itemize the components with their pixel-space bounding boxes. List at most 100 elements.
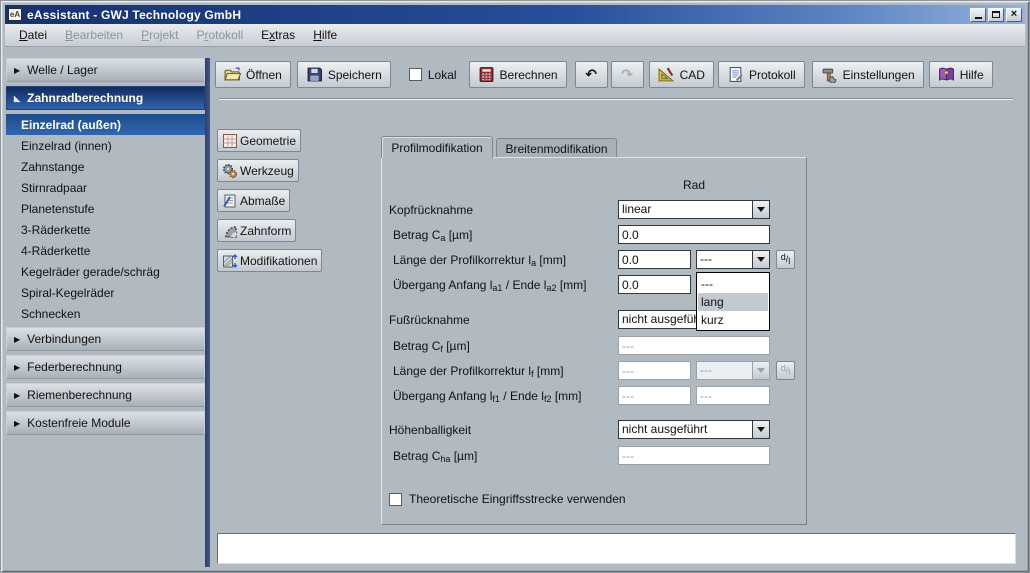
diameter-length-toggle-button[interactable]: d/l [776, 250, 795, 269]
sidebar-item-einzelrad-innen[interactable]: Einzelrad (innen) [6, 135, 205, 156]
local-checkbox-group: Lokal [409, 68, 457, 82]
laenge-a-label: Länge der Profilkorrektur la [mm] [393, 250, 566, 269]
local-checkbox-label: Lokal [428, 68, 457, 82]
menu-bar: Datei Bearbeiten Projekt Protokoll Extra… [5, 24, 1025, 47]
sidebar-item-einzelrad-aussen[interactable]: Einzelrad (außen) [6, 114, 205, 135]
report-icon [727, 66, 744, 83]
minimize-button[interactable] [970, 8, 986, 22]
menu-bearbeiten: Bearbeiten [56, 26, 132, 44]
output-panel [217, 533, 1016, 564]
window-title: eAssistant - GWJ Technology GmbH [27, 8, 241, 22]
laenge-a-input[interactable] [618, 250, 691, 269]
cad-button[interactable]: CAD [649, 61, 714, 88]
dropdown-arrow-icon [752, 362, 769, 379]
calculator-icon [478, 66, 495, 83]
expanded-arrow-icon: ◣ [14, 94, 20, 103]
sidebar-section-verbindungen[interactable]: ▶ Verbindungen [6, 327, 205, 351]
dropdown-option-lang[interactable]: lang [698, 293, 768, 311]
length-mode-select[interactable]: --- [696, 250, 770, 269]
section-label: Kostenfreie Module [27, 416, 130, 430]
maximize-icon [992, 11, 1000, 18]
collapsed-arrow-icon: ▶ [14, 419, 20, 428]
sidebar-item-schnecken[interactable]: Schnecken [6, 303, 205, 324]
length-mode-dropdown-popup: --- lang kurz [696, 272, 770, 331]
module-buttons: Geometrie Werkzeug Abmaße Zahnform Modif… [217, 129, 360, 279]
calculate-button[interactable]: Berechnen [469, 61, 567, 88]
menu-extras[interactable]: Extras [252, 26, 304, 44]
theoretical-line-checkbox[interactable] [389, 493, 402, 506]
collapsed-arrow-icon: ▶ [14, 335, 20, 344]
length-mode-f-select: --- [696, 361, 770, 380]
section-label: Zahnradberechnung [27, 91, 143, 105]
uebergang-f2-input [696, 386, 770, 405]
sidebar-item-4-raederkette[interactable]: 4-Räderkette [6, 240, 205, 261]
settings-button[interactable]: Einstellungen [812, 61, 924, 88]
werkzeug-button[interactable]: Werkzeug [217, 159, 299, 182]
uebergang-f1-input [618, 386, 691, 405]
section-label: Riemenberechnung [27, 388, 132, 402]
column-header-rad: Rad [618, 178, 770, 192]
hoehenballigkeit-label: Höhenballigkeit [389, 420, 471, 439]
theoretical-line-label: Theoretische Eingriffsstrecke verwenden [409, 492, 626, 506]
menu-hilfe[interactable]: Hilfe [304, 26, 346, 44]
book-icon [938, 66, 955, 83]
section-label: Welle / Lager [27, 63, 97, 77]
sidebar-section-kostenfreie-module[interactable]: ▶ Kostenfreie Module [6, 411, 205, 435]
abmasse-button[interactable]: Abmaße [217, 189, 290, 212]
undo-button[interactable]: ↶ [575, 61, 608, 88]
sidebar-section-riemenberechnung[interactable]: ▶ Riemenberechnung [6, 383, 205, 407]
sidebar-item-kegelraeder[interactable]: Kegelräder gerade/schräg [6, 261, 205, 282]
redo-icon: ↷ [621, 68, 633, 82]
sidebar-section-zahnradberechnung[interactable]: ◣ Zahnradberechnung [6, 86, 205, 110]
sidebar-item-spiral-kegelraeder[interactable]: Spiral-Kegelräder [6, 282, 205, 303]
sidebar-section-welle-lager[interactable]: ▶ Welle / Lager [6, 58, 205, 82]
protocol-button[interactable]: Protokoll [718, 61, 805, 88]
dropdown-arrow-icon[interactable] [752, 421, 769, 438]
dropdown-arrow-icon[interactable] [752, 251, 769, 268]
laenge-f-label: Länge der Profilkorrektur lf [mm] [393, 361, 564, 380]
sidebar-item-zahnstange[interactable]: Zahnstange [6, 156, 205, 177]
local-checkbox[interactable] [409, 68, 422, 81]
notepad-pencil-icon [222, 193, 240, 209]
sidebar-section-federberechnung[interactable]: ▶ Federberechnung [6, 355, 205, 379]
open-folder-icon [224, 66, 241, 83]
geometrie-button[interactable]: Geometrie [217, 129, 301, 152]
modifikationen-button[interactable]: Modifikationen [217, 249, 322, 272]
close-icon: × [1011, 9, 1017, 20]
theoretical-line-of-action-row: Theoretische Eingriffsstrecke verwenden [389, 492, 626, 506]
betrag-cha-input [618, 446, 770, 465]
close-button[interactable]: × [1006, 8, 1022, 22]
betrag-ca-label: Betrag Ca [µm] [393, 225, 472, 244]
tools-icon [821, 66, 838, 83]
zahnform-button[interactable]: Zahnform [217, 219, 296, 242]
minimize-icon [975, 17, 982, 19]
kopfruecknahme-label: Kopfrücknahme [389, 200, 473, 219]
laenge-f-input [618, 361, 691, 380]
grid-icon [222, 133, 240, 149]
help-button[interactable]: Hilfe [929, 61, 993, 88]
open-button[interactable]: Öffnen [215, 61, 291, 88]
tab-profilmodifikation[interactable]: Profilmodifikation [381, 136, 493, 158]
diameter-length-toggle-button-disabled: d/l [776, 361, 795, 380]
tab-breitenmodifikation[interactable]: Breitenmodifikation [496, 138, 617, 158]
sidebar-item-stirnradpaar[interactable]: Stirnradpaar [6, 177, 205, 198]
dropdown-option-kurz[interactable]: kurz [698, 311, 768, 329]
sidebar-item-3-raederkette[interactable]: 3-Räderkette [6, 219, 205, 240]
hoehenballigkeit-select[interactable]: nicht ausgeführt [618, 420, 770, 439]
uebergang-a-label: Übergang Anfang la1 / Ende la2 [mm] [393, 275, 586, 294]
uebergang-a-input[interactable] [618, 275, 691, 294]
kopfruecknahme-select[interactable]: linear [618, 200, 770, 219]
app-window: eA eAssistant - GWJ Technology GmbH × Da… [0, 0, 1030, 573]
betrag-ca-input[interactable] [618, 225, 770, 244]
collapsed-arrow-icon: ▶ [14, 391, 20, 400]
dropdown-option-none[interactable]: --- [698, 275, 768, 293]
navigation-sidebar: ▶ Welle / Lager ◣ Zahnradberechnung Einz… [6, 58, 205, 567]
collapsed-arrow-icon: ▶ [14, 363, 20, 372]
gear-segment-icon [222, 223, 240, 239]
dropdown-arrow-icon[interactable] [752, 201, 769, 218]
uebergang-f-label: Übergang Anfang lf1 / Ende lf2 [mm] [393, 386, 581, 405]
save-button[interactable]: Speichern [297, 61, 391, 88]
sidebar-item-planetenstufe[interactable]: Planetenstufe [6, 198, 205, 219]
menu-datei[interactable]: Datei [10, 26, 56, 44]
maximize-button[interactable] [988, 8, 1004, 22]
